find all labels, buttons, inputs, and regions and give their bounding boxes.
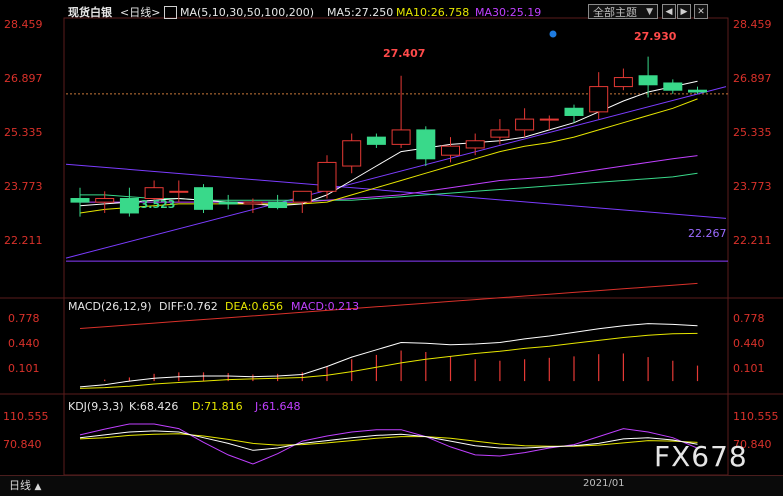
candle-body (663, 82, 683, 91)
chart-canvas[interactable] (0, 0, 783, 495)
low-annotation: 23.523 (133, 198, 176, 211)
price-axis-right-4: 22.211 (733, 234, 772, 247)
candle-body (194, 187, 213, 210)
price-axis-right-2: 25.335 (733, 126, 772, 139)
price-axis-left-1: 26.897 (4, 72, 43, 85)
price-axis-left-3: 23.773 (4, 180, 43, 193)
kdj-d: D:71.816 (192, 400, 243, 413)
period-label[interactable]: <日线> (120, 6, 160, 20)
macd-axis-left-2: 0.101 (8, 362, 40, 375)
next-arrow-icon[interactable]: ▶ (677, 4, 691, 19)
price-axis-right-0: 28.459 (733, 18, 772, 31)
candle-body (169, 190, 189, 193)
price-axis-right-1: 26.897 (733, 72, 772, 85)
candle-body (243, 201, 263, 205)
settings-icon[interactable]: ✕ (694, 4, 708, 19)
candle-body (515, 118, 535, 131)
bottom-bar (0, 475, 783, 496)
watermark-logo: FX678 (654, 440, 748, 473)
chevron-down-icon: ▼ (646, 7, 653, 17)
candle-body (416, 129, 436, 160)
price-axis-left-0: 28.459 (4, 18, 43, 31)
candle-body (688, 89, 707, 93)
macd-axis-left-0: 0.778 (8, 312, 40, 325)
kdj-j-line (79, 423, 698, 465)
kdj-axis-left-1: 70.840 (3, 438, 42, 451)
kdj-k: K:68.426 (129, 400, 179, 413)
kdj-j: J:61.648 (255, 400, 301, 413)
candle-body (342, 140, 362, 167)
macd-axis-right-2: 0.101 (733, 362, 765, 375)
candle-body (391, 129, 411, 145)
candle-body (95, 198, 115, 203)
candle-body (292, 190, 312, 203)
macd-axis-left-1: 0.440 (8, 337, 40, 350)
macd-diff-line (79, 323, 698, 388)
macd-axis-right-1: 0.440 (733, 337, 765, 350)
macd-diff: DIFF:0.762 (159, 300, 218, 313)
candle-body (70, 198, 90, 203)
macd-label: MACD(26,12,9) (68, 300, 152, 313)
kdj-axis-right-0: 110.555 (733, 410, 779, 423)
theme-dropdown[interactable]: 全部主题 ▼ (588, 4, 658, 19)
candle-body (613, 77, 633, 88)
support-annotation: 22.267 (688, 227, 727, 240)
date-label: 2021/01 (583, 478, 625, 489)
kdj-d-line (79, 433, 698, 447)
tab-daily-label: 日线 (9, 479, 31, 492)
candle-body (218, 201, 238, 205)
high-annotation-2: 27.930 (634, 30, 677, 43)
ma30-line (80, 155, 698, 203)
chart-title: 现货白银 (68, 6, 112, 19)
ma-toggle-icon[interactable] (164, 6, 177, 19)
candle-body (144, 187, 164, 200)
chevron-up-icon: ▲ (34, 482, 42, 492)
prev-arrow-icon[interactable]: ◀ (662, 4, 676, 19)
theme-dropdown-label: 全部主题 (593, 6, 637, 19)
candle-body (317, 161, 337, 192)
tab-daily[interactable]: 日线 ▲ (3, 478, 47, 494)
candle-body (268, 201, 288, 209)
event-marker-icon (549, 30, 557, 38)
kdj-axis-left-0: 110.555 (3, 410, 49, 423)
candle-body (490, 129, 510, 138)
macd-dea-line (79, 332, 698, 389)
macd-dea: DEA:0.656 (225, 300, 283, 313)
ma10-value: MA10:26.758 (396, 6, 470, 19)
candle-body (589, 86, 609, 113)
ma-label: MA(5,10,30,50,100,200) (180, 6, 315, 19)
candle-body (564, 107, 584, 116)
price-axis-left-4: 22.211 (4, 234, 43, 247)
macd-axis-right-0: 0.778 (733, 312, 765, 325)
candle-body (539, 118, 559, 121)
price-axis-right-3: 23.773 (733, 180, 772, 193)
high-annotation-1: 27.407 (383, 47, 426, 60)
price-axis-left-2: 25.335 (4, 126, 43, 139)
candle-body (638, 75, 658, 86)
ma5-value: MA5:27.250 (327, 6, 394, 19)
candle-body (366, 136, 386, 145)
macd-value: MACD:0.213 (291, 300, 360, 313)
candle-body (465, 140, 485, 149)
ma30-value: MA30:25.19 (475, 6, 542, 19)
candle-body (441, 145, 460, 156)
kdj-label: KDJ(9,3,3) (68, 400, 124, 413)
